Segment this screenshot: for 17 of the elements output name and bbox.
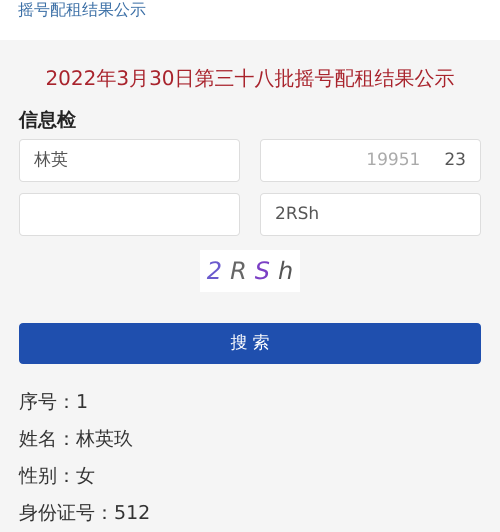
search-button[interactable]: 搜 索 — [19, 323, 481, 364]
field-value: 1 — [76, 390, 88, 415]
field-value: 林英玖 — [76, 427, 133, 452]
input-field[interactable]: 19951 23 — [260, 139, 481, 182]
field-label: 身份证号： — [19, 501, 114, 526]
input-field[interactable]: 林英 — [19, 139, 240, 182]
field-label: 序号： — [19, 390, 76, 415]
captcha-image[interactable]: 2 R S h — [200, 250, 300, 292]
field-value: 512 — [114, 501, 150, 526]
field-label: 姓名： — [19, 427, 76, 452]
field-value: 女 — [76, 464, 95, 489]
input-field[interactable]: 2RSh — [260, 193, 481, 236]
notice-title: 2022年3月30日第三十八批摇号配租结果公示 — [44, 65, 456, 92]
field-label: 性别： — [19, 464, 76, 489]
header-title: 摇号配租结果公示 — [18, 0, 147, 20]
input-field[interactable] — [19, 193, 240, 236]
section-heading: 信息检 — [19, 108, 77, 132]
